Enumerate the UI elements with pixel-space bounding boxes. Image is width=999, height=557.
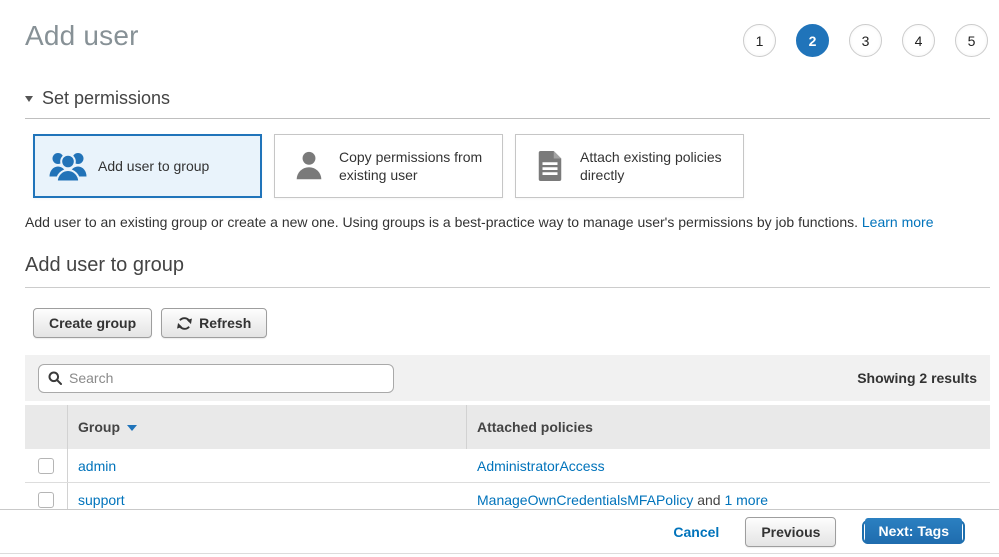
card-label: Attach existing policies directly bbox=[580, 148, 735, 184]
previous-button[interactable]: Previous bbox=[745, 517, 836, 547]
wizard-footer: Cancel Previous Next: Tags bbox=[0, 509, 999, 554]
group-link[interactable]: support bbox=[78, 492, 125, 508]
learn-more-link[interactable]: Learn more bbox=[862, 214, 934, 230]
table-row-admin: admin AdministratorAccess bbox=[25, 449, 990, 483]
page-header: Add user 1 2 3 4 5 bbox=[25, 20, 990, 57]
document-icon bbox=[530, 151, 570, 181]
refresh-label: Refresh bbox=[199, 315, 251, 331]
groups-table: Showing 2 results Group Attached policie… bbox=[25, 355, 990, 517]
set-permissions-section-toggle[interactable]: Set permissions bbox=[25, 88, 990, 109]
policy-link[interactable]: AdministratorAccess bbox=[477, 458, 605, 474]
search-icon bbox=[48, 371, 62, 385]
row-checkbox[interactable] bbox=[38, 458, 54, 474]
and-text: and bbox=[693, 492, 724, 508]
card-copy-permissions[interactable]: Copy permissions from existing user bbox=[274, 134, 503, 198]
policy-link[interactable]: ManageOwnCredentialsMFAPolicy bbox=[477, 492, 693, 508]
cancel-button[interactable]: Cancel bbox=[673, 524, 719, 540]
step-4: 4 bbox=[902, 24, 935, 57]
table-header: Group Attached policies bbox=[25, 405, 990, 449]
card-label: Copy permissions from existing user bbox=[339, 148, 494, 184]
divider bbox=[25, 287, 990, 288]
card-label: Add user to group bbox=[98, 157, 209, 175]
results-count: Showing 2 results bbox=[857, 370, 977, 386]
refresh-button[interactable]: Refresh bbox=[161, 308, 267, 338]
create-group-button[interactable]: Create group bbox=[33, 308, 152, 338]
column-header-group[interactable]: Group bbox=[68, 405, 467, 449]
section-title: Set permissions bbox=[42, 88, 170, 109]
sort-desc-icon bbox=[127, 425, 137, 431]
description-text: Add user to an existing group or create … bbox=[25, 214, 858, 230]
step-indicator: 1 2 3 4 5 bbox=[743, 24, 988, 57]
divider bbox=[25, 118, 990, 119]
column-header-attached-policies: Attached policies bbox=[467, 405, 990, 449]
step-2-active: 2 bbox=[796, 24, 829, 57]
column-label: Group bbox=[78, 419, 120, 435]
table-toolbar: Showing 2 results bbox=[25, 355, 990, 401]
search-input[interactable] bbox=[69, 370, 384, 386]
more-policies-link[interactable]: 1 more bbox=[724, 492, 768, 508]
next-tags-label: Next: Tags bbox=[865, 518, 962, 544]
collapse-arrow-icon bbox=[25, 96, 33, 102]
section-description: Add user to an existing group or create … bbox=[25, 214, 990, 230]
card-add-user-to-group[interactable]: Add user to group bbox=[33, 134, 262, 198]
group-section-heading: Add user to group bbox=[25, 254, 990, 277]
row-checkbox[interactable] bbox=[38, 492, 54, 508]
add-user-page: Add user 1 2 3 4 5 Set permissions bbox=[0, 0, 999, 557]
column-label: Attached policies bbox=[477, 419, 593, 435]
permission-option-cards: Add user to group Copy permissions from … bbox=[33, 134, 990, 198]
next-tags-button[interactable]: Next: Tags bbox=[862, 520, 965, 544]
group-actions: Create group Refresh bbox=[33, 308, 990, 338]
header-checkbox-cell bbox=[25, 405, 68, 449]
users-group-icon bbox=[48, 150, 88, 182]
refresh-icon bbox=[177, 316, 192, 331]
page-title: Add user bbox=[25, 20, 139, 52]
step-3: 3 bbox=[849, 24, 882, 57]
user-icon bbox=[289, 151, 329, 181]
step-5: 5 bbox=[955, 24, 988, 57]
step-1: 1 bbox=[743, 24, 776, 57]
group-link[interactable]: admin bbox=[78, 458, 116, 474]
search-box[interactable] bbox=[38, 364, 394, 393]
card-attach-policies[interactable]: Attach existing policies directly bbox=[515, 134, 744, 198]
